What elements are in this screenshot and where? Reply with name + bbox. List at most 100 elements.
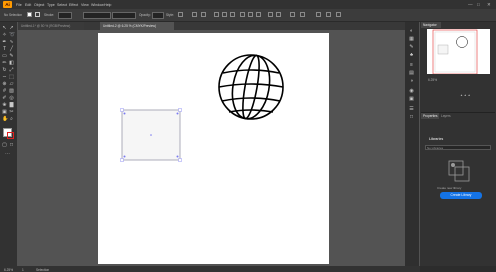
menu-view[interactable]: View xyxy=(81,3,89,7)
stroke-weight-input[interactable] xyxy=(58,12,72,19)
eyedropper-tool-icon[interactable]: ✐ xyxy=(2,96,7,101)
align-center-icon[interactable] xyxy=(222,12,227,17)
align-left-icon[interactable] xyxy=(214,12,219,17)
eraser-tool-icon[interactable]: ◧ xyxy=(9,61,14,66)
library-select-label: No Libraries xyxy=(427,146,444,150)
type-tool-icon[interactable]: T xyxy=(2,47,7,52)
perspective-tool-icon[interactable]: ▱ xyxy=(9,82,14,87)
align-right-icon[interactable] xyxy=(230,12,235,17)
distribute-h-icon[interactable] xyxy=(276,12,281,17)
more-tools-icon[interactable]: ⋯ xyxy=(5,152,10,157)
align-bottom-icon[interactable] xyxy=(256,12,261,17)
brush-select[interactable] xyxy=(112,12,136,19)
shaper-tool-icon[interactable]: ✏ xyxy=(2,61,7,66)
arrange-icon[interactable] xyxy=(326,12,331,17)
handle-tr xyxy=(178,108,182,112)
menu-effect[interactable]: Effect xyxy=(69,3,78,7)
tab-untitled-2[interactable]: Untitled-2 @ 6.25 % (CMYK/Preview) xyxy=(100,22,174,30)
menu-edit[interactable]: Edit xyxy=(25,3,31,7)
maximize-button[interactable]: □ xyxy=(477,2,480,7)
appearance-panel-icon[interactable]: ◉ xyxy=(409,89,414,94)
lasso-tool-icon[interactable]: ➰ xyxy=(9,33,15,38)
menu-object[interactable]: Object xyxy=(34,3,44,7)
handle-br xyxy=(178,158,182,162)
screen-mode-icon[interactable]: □ xyxy=(9,143,14,148)
navigator-thumbnail[interactable] xyxy=(427,29,490,75)
gradient-panel-icon[interactable]: ▤ xyxy=(409,71,414,76)
hand-tool-icon[interactable]: ✋ xyxy=(2,117,8,122)
globe-artwork[interactable] xyxy=(218,52,284,121)
direct-selection-tool-icon[interactable]: ↗ xyxy=(9,26,14,31)
tab-untitled-1[interactable]: Untitled-1* @ 50 % (RGB/Preview) xyxy=(18,22,84,30)
menu-help[interactable]: Help xyxy=(104,3,111,7)
menu-type[interactable]: Type xyxy=(47,3,55,7)
brushes-panel-icon[interactable]: ✎ xyxy=(409,45,414,50)
layers-panel-icon[interactable]: ☰ xyxy=(409,107,414,112)
align-top-icon[interactable] xyxy=(240,12,245,17)
fill-swatch-icon[interactable] xyxy=(27,12,32,17)
mesh-tool-icon[interactable]: # xyxy=(2,89,7,94)
menu-select[interactable]: Select xyxy=(57,3,67,7)
preferences-icon[interactable] xyxy=(201,12,206,17)
curvature-tool-icon[interactable]: ∿ xyxy=(9,40,14,45)
graphic-styles-panel-icon[interactable]: ▣ xyxy=(409,97,414,102)
center-point xyxy=(150,134,152,136)
selection-tool-icon[interactable]: ↖ xyxy=(2,26,7,31)
selected-rectangle[interactable] xyxy=(120,108,182,162)
globe-parallel-2 xyxy=(218,83,284,88)
pen-tool-icon[interactable]: ✒ xyxy=(2,40,7,45)
rectangle-tool-icon[interactable]: ▭ xyxy=(2,54,7,59)
corner-widget-br xyxy=(176,155,179,158)
tab-layers[interactable]: Layers xyxy=(439,113,453,119)
paintbrush-tool-icon[interactable]: ✎ xyxy=(9,54,14,59)
panel-menu-icon[interactable] xyxy=(336,12,341,17)
symbol-sprayer-tool-icon[interactable]: ❀ xyxy=(2,103,7,108)
stroke-panel-icon[interactable]: ≡ xyxy=(409,63,414,68)
transform-icon[interactable] xyxy=(290,12,295,17)
menu-window[interactable]: Window xyxy=(91,3,104,7)
color-panel-icon[interactable]: ◐ xyxy=(409,29,414,34)
distribute-icon[interactable] xyxy=(268,12,273,17)
menu-file[interactable]: File xyxy=(16,3,22,7)
panel-icon-strip: ◐ ▦ ✎ ♣ ≡ ▤ ◑ ◉ ▣ ☰ □ xyxy=(405,22,419,272)
shape-builder-tool-icon[interactable]: ⊕ xyxy=(2,82,7,87)
stroke-swatch-icon[interactable] xyxy=(35,12,40,17)
close-button[interactable]: ✕ xyxy=(487,2,491,8)
transparency-panel-icon[interactable]: ◑ xyxy=(409,79,414,84)
tab-navigator[interactable]: Navigator xyxy=(421,22,441,28)
zoom-tool-icon[interactable]: ⌕ xyxy=(9,117,14,122)
column-graph-tool-icon[interactable]: ▇ xyxy=(9,103,14,108)
minimize-button[interactable]: — xyxy=(468,2,473,7)
status-artboard-number[interactable]: 1 xyxy=(22,268,24,272)
rotate-tool-icon[interactable]: ↻ xyxy=(2,68,7,73)
create-library-text: Create new library xyxy=(437,186,462,190)
symbols-panel-icon[interactable]: ♣ xyxy=(409,53,414,58)
handle-bl xyxy=(120,158,124,162)
status-tool[interactable]: Selection xyxy=(36,268,49,272)
line-tool-icon[interactable]: ╱ xyxy=(9,47,14,52)
stroke-label: Stroke: xyxy=(44,13,55,17)
slice-tool-icon[interactable]: ✂ xyxy=(9,110,14,115)
artboards-panel-icon[interactable]: □ xyxy=(409,115,414,120)
free-transform-tool-icon[interactable]: ⬚ xyxy=(9,75,14,80)
swatches-panel-icon[interactable]: ▦ xyxy=(409,37,414,42)
gradient-tool-icon[interactable]: ▨ xyxy=(9,89,14,94)
tab-properties[interactable]: Properties xyxy=(421,113,439,119)
isolate-icon[interactable] xyxy=(316,12,321,17)
graphic-style-icon[interactable] xyxy=(178,12,183,17)
artboard-tool-icon[interactable]: ▣ xyxy=(2,110,7,115)
app-logo: Ai xyxy=(3,1,12,8)
create-library-button[interactable]: Create Library xyxy=(440,192,482,199)
recolor-icon[interactable] xyxy=(300,12,305,17)
magic-wand-tool-icon[interactable]: ✧ xyxy=(2,33,7,38)
blend-tool-icon[interactable]: ◎ xyxy=(9,96,14,101)
doc-setup-icon[interactable] xyxy=(192,12,197,17)
stroke-color-swatch[interactable] xyxy=(7,132,14,139)
scale-tool-icon[interactable]: ⤢ xyxy=(9,68,14,73)
warp-tool-icon[interactable]: ∽ xyxy=(2,75,7,80)
align-middle-icon[interactable] xyxy=(248,12,253,17)
status-zoom[interactable]: 6.25% xyxy=(4,268,13,272)
draw-mode-icon[interactable]: ▢ xyxy=(2,143,7,148)
opacity-input[interactable] xyxy=(152,12,164,19)
variable-width-select[interactable] xyxy=(83,12,111,19)
